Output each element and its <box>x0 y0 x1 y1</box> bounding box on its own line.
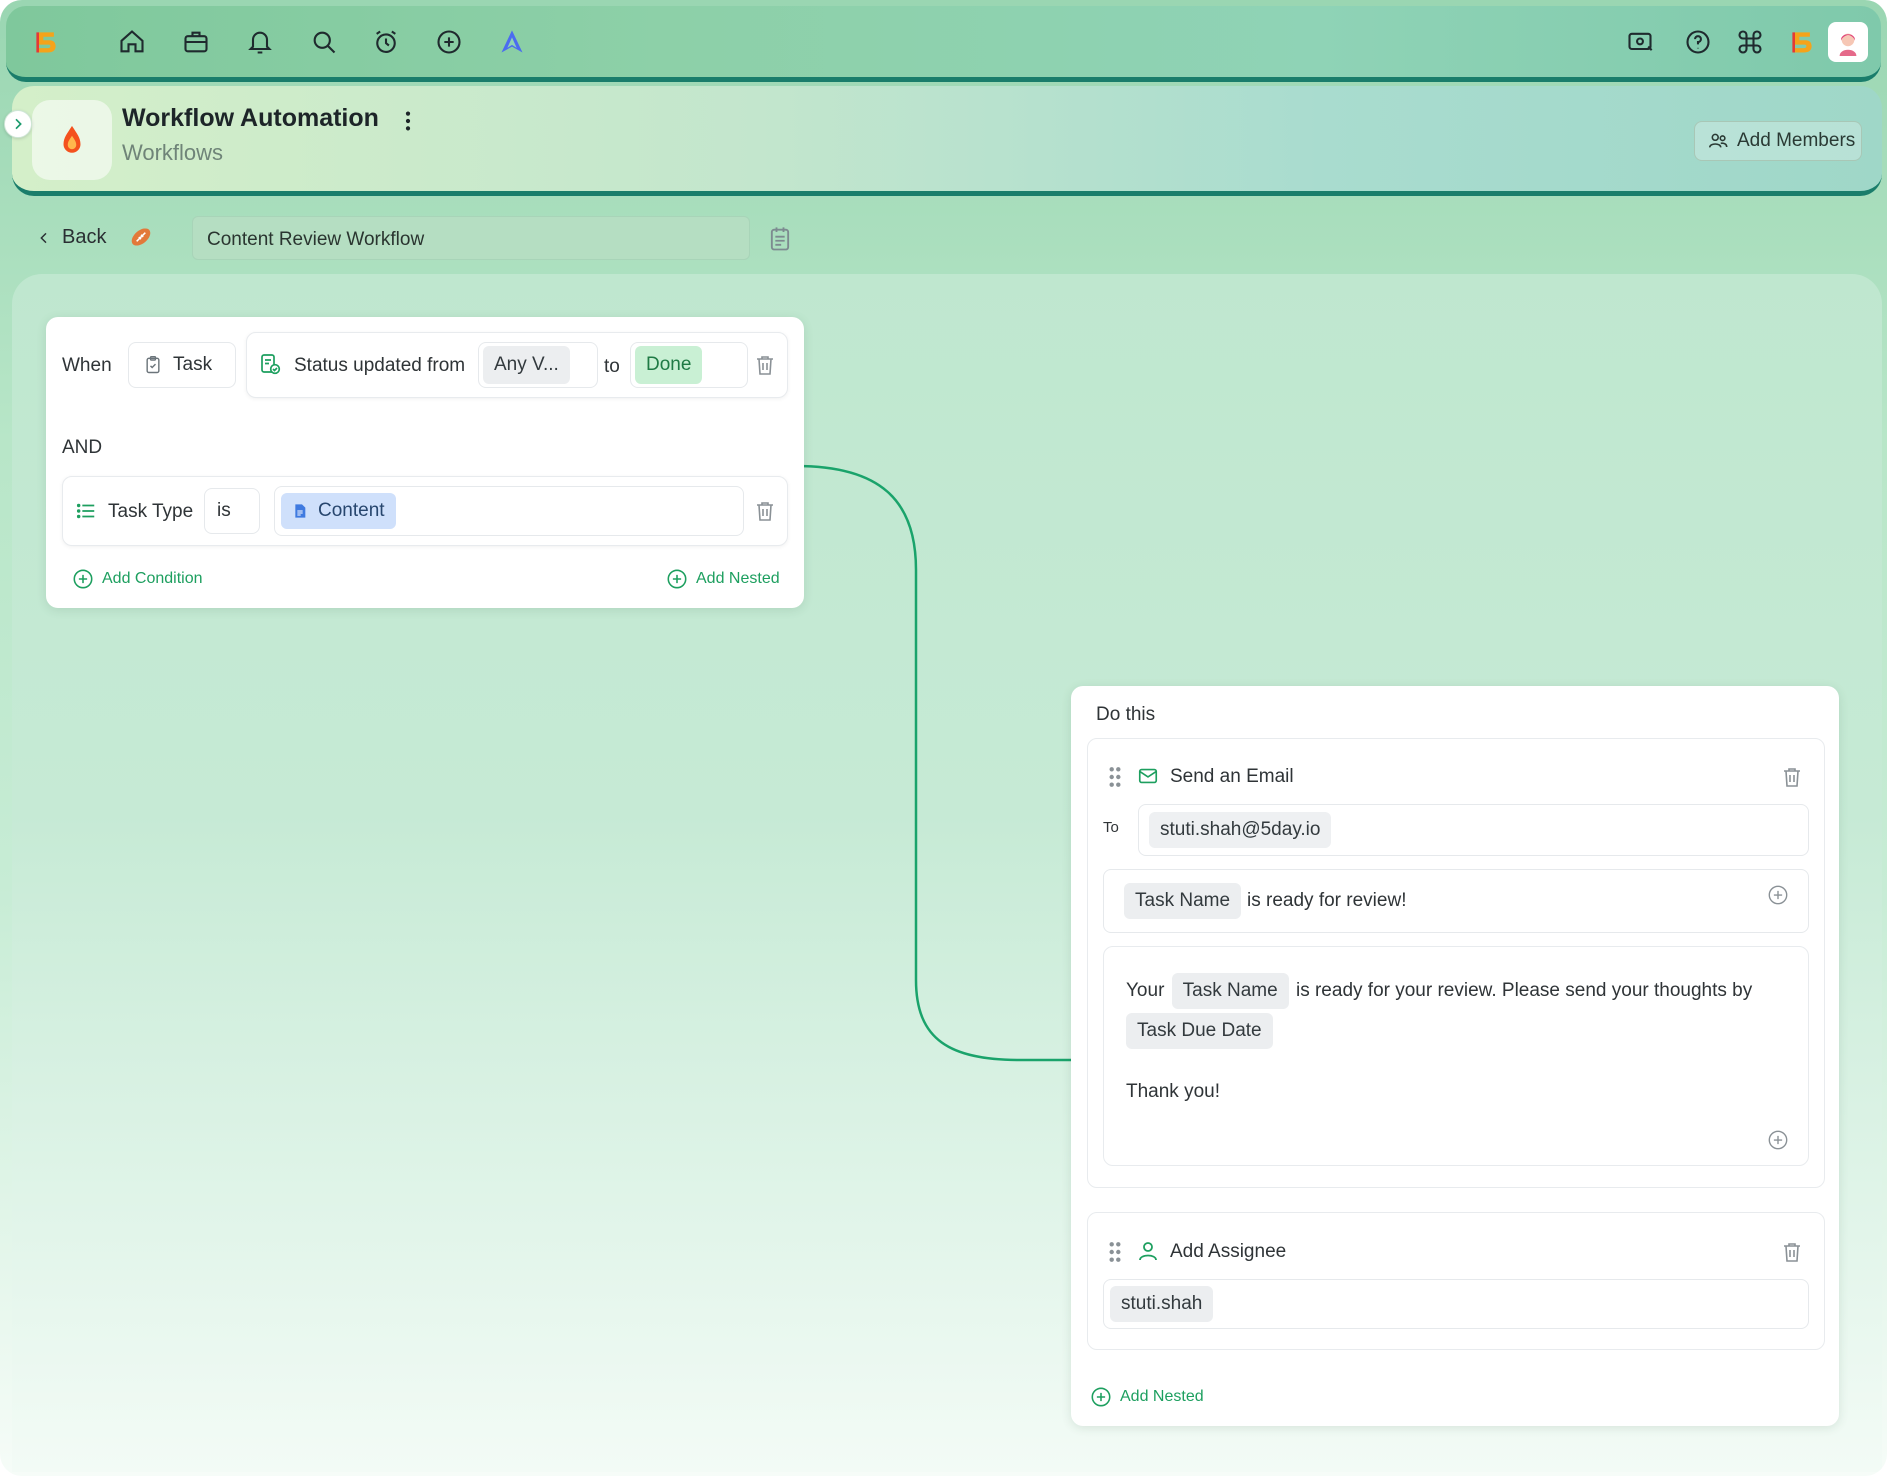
condition-value-select[interactable]: Content <box>274 486 744 536</box>
from-status-chip: Any V... <box>483 346 570 384</box>
add-nested-trigger-button[interactable]: Add Nested <box>666 568 780 590</box>
subject-text: is ready for review! <box>1247 890 1407 911</box>
plus-circle-icon <box>1090 1386 1112 1408</box>
add-body-variable-icon[interactable] <box>1767 1129 1789 1151</box>
app-window: Workflow Automation Workflows Add Member… <box>0 0 1887 1476</box>
add-nested-action-button[interactable]: Add Nested <box>1090 1386 1204 1408</box>
to-label: to <box>604 356 620 377</box>
app-logo-icon[interactable] <box>26 22 66 62</box>
do-this-label: Do this <box>1096 704 1156 725</box>
add-nested-action-label: Add Nested <box>1120 1388 1204 1405</box>
list-icon <box>74 500 98 522</box>
add-members-button[interactable]: Add Members <box>1694 121 1862 161</box>
back-button[interactable]: Back <box>36 226 106 249</box>
back-label: Back <box>62 226 107 248</box>
to-status-chip: Done <box>635 346 703 384</box>
help-icon[interactable] <box>1678 22 1718 62</box>
plus-circle-icon <box>666 568 688 590</box>
to-status-select[interactable]: Done <box>630 342 748 388</box>
drag-handle-icon[interactable] <box>1108 1241 1128 1263</box>
and-label: AND <box>62 437 103 458</box>
from-status-select[interactable]: Any V... <box>478 342 598 388</box>
arrow-up-brand-icon[interactable] <box>492 22 532 62</box>
delete-assignee-icon[interactable] <box>1780 1239 1804 1265</box>
notes-icon[interactable] <box>766 224 794 254</box>
condition-field-label[interactable]: Task Type <box>108 501 193 523</box>
document-icon <box>295 504 306 518</box>
support-ticket-icon[interactable] <box>1620 22 1660 62</box>
logo-5-icon <box>36 32 56 53</box>
condition-operator-select[interactable]: is <box>204 488 260 534</box>
top-navigation-bar <box>6 6 1881 82</box>
alarm-clock-icon[interactable] <box>366 22 406 62</box>
user-icon <box>1136 1239 1160 1263</box>
add-condition-label: Add Condition <box>102 570 203 587</box>
avatar[interactable] <box>1828 22 1868 62</box>
brand-5-icon[interactable] <box>1782 22 1822 62</box>
body-prefix: Your <box>1126 980 1165 1001</box>
content-chip: Content <box>281 493 396 529</box>
workflow-header <box>12 86 1882 196</box>
briefcase-icon[interactable] <box>176 22 216 62</box>
add-nested-label: Add Nested <box>696 570 780 587</box>
assignee-field[interactable]: stuti.shah <box>1103 1279 1809 1329</box>
add-condition-button[interactable]: Add Condition <box>72 568 203 590</box>
content-chip-label: Content <box>318 500 385 521</box>
send-email-title: Send an Email <box>1170 766 1294 787</box>
command-icon[interactable] <box>1730 22 1770 62</box>
sidebar-expand-button[interactable] <box>4 110 32 138</box>
email-subject-field[interactable]: Task Name is ready for review! <box>1103 869 1809 933</box>
entity-select[interactable]: Task <box>128 342 236 388</box>
delete-condition-icon[interactable] <box>753 498 777 524</box>
task-name-token-body: Task Name <box>1171 973 1289 1009</box>
page-subtitle[interactable]: Workflows <box>122 140 223 166</box>
search-icon[interactable] <box>304 22 344 62</box>
condition-operator: is <box>217 500 231 521</box>
mail-icon <box>1136 765 1160 787</box>
event-label: Status updated from <box>294 355 466 376</box>
plus-circle-icon <box>72 568 94 590</box>
status-update-icon <box>258 352 282 376</box>
assignee-chip: stuti.shah <box>1110 1286 1214 1322</box>
delete-trigger-icon[interactable] <box>753 352 777 378</box>
entity-label: Task <box>173 354 213 375</box>
workflow-name-input[interactable]: Content Review Workflow <box>192 216 750 260</box>
body-closing: Thank you! <box>1126 1081 1220 1102</box>
email-body-text: Your Task Name is ready for your review.… <box>1126 971 1766 1051</box>
add-assignee-title: Add Assignee <box>1170 1241 1287 1262</box>
delete-email-icon[interactable] <box>1780 764 1804 790</box>
recipient-chip: stuti.shah@5day.io <box>1149 812 1332 848</box>
add-subject-variable-icon[interactable] <box>1767 884 1789 906</box>
chevron-left-icon <box>40 232 47 243</box>
add-members-label: Add Members <box>1737 130 1856 151</box>
task-name-token: Task Name <box>1124 883 1242 919</box>
email-to-field[interactable]: stuti.shah@5day.io <box>1138 804 1809 856</box>
drag-handle-icon[interactable] <box>1108 766 1128 788</box>
when-label: When <box>62 355 112 376</box>
page-title: Workflow Automation <box>122 104 379 132</box>
bell-icon[interactable] <box>240 22 280 62</box>
home-icon[interactable] <box>112 22 152 62</box>
plus-circle-icon[interactable] <box>429 22 469 62</box>
users-icon <box>1708 133 1728 148</box>
to-field-label: To <box>1103 819 1119 836</box>
body-main-text: is ready for your review. Please send yo… <box>1295 980 1753 1001</box>
clipboard-check-icon <box>146 355 160 374</box>
task-due-date-token: Task Due Date <box>1126 1013 1273 1049</box>
football-icon <box>128 224 154 250</box>
more-options-icon[interactable] <box>396 106 420 136</box>
workflow-app-icon <box>32 100 112 180</box>
chevron-right-icon <box>15 118 22 130</box>
